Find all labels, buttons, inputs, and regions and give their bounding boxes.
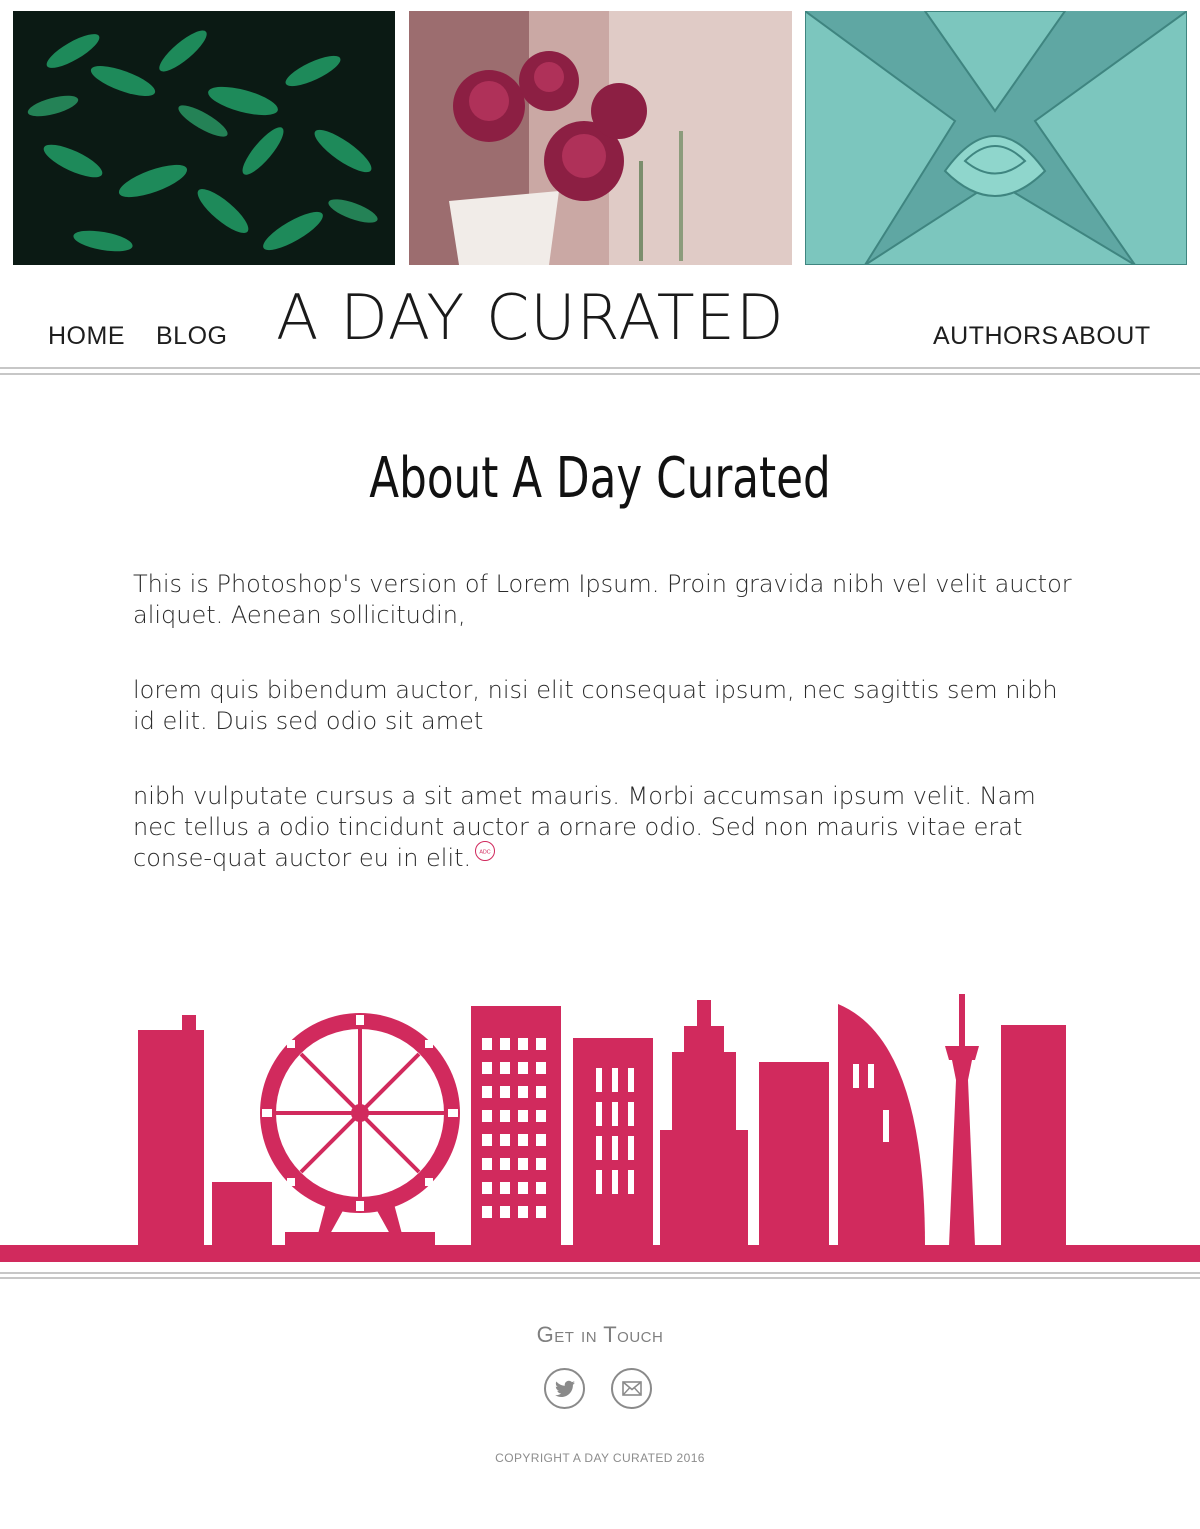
ferris-wheel [260, 1013, 460, 1213]
about-paragraph-2: lorem quis bibendum auctor, nisi elit co… [133, 676, 1058, 735]
adc-stamp-icon: ADC [475, 841, 496, 861]
page-title: About A Day Curated [369, 446, 831, 511]
agave-succulent-image [805, 11, 1187, 265]
header-divider-bottom [0, 373, 1200, 375]
site-title[interactable]: A DAY CURATED [276, 278, 916, 358]
about-paragraph-3-text: nibh vulputate cursus a sit amet mauris.… [133, 782, 1036, 872]
pink-flowers-image [409, 11, 792, 265]
svg-text:ADC: ADC [479, 849, 490, 855]
nav-authors-link[interactable]: AUTHORS [933, 322, 1059, 351]
get-in-touch-heading: Get in Touch [536, 1322, 664, 1347]
nav-about-link[interactable]: ABOUT [1062, 322, 1151, 351]
email-link[interactable] [611, 1368, 652, 1409]
about-paragraph-1: This is Photoshop's version of Lorem Ips… [133, 570, 1072, 629]
email-icon [621, 1381, 642, 1396]
nav-blog-link[interactable]: BLOG [156, 322, 227, 351]
header-photo-agave [805, 11, 1187, 265]
header-photo-ferns [13, 11, 395, 265]
about-paragraph-3: nibh vulputate cursus a sit amet mauris.… [133, 781, 1083, 874]
header-divider-top [0, 367, 1200, 369]
footer-divider-top [0, 1272, 1200, 1274]
footer-divider-bottom [0, 1277, 1200, 1279]
twitter-link[interactable] [544, 1368, 585, 1409]
fern-leaves-image [13, 11, 395, 265]
city-skyline-illustration [0, 994, 1200, 1262]
header-photo-roses [409, 11, 792, 265]
copyright-text: COPYRIGHT A DAY CURATED 2016 [495, 1451, 705, 1465]
nav-home-link[interactable]: HOME [48, 322, 125, 351]
twitter-icon [554, 1380, 575, 1397]
